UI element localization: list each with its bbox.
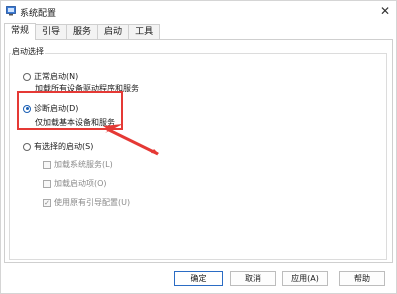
diagnostic-startup-description: 仅加载基本设备和服务 [35,118,115,127]
system-config-window: 系统配置 ✕ 常规 引导 服务 启动 工具 启动选择 正常启动(N) 加载所有设… [0,0,397,294]
selective-startup-radio[interactable]: 有选择的启动(S) [23,141,93,152]
diagnostic-startup-label: 诊断启动(D) [34,104,79,113]
tab-boot[interactable]: 引导 [35,24,68,39]
use-original-boot-config-checkbox[interactable]: ✓ 使用原有引导配置(U) [43,197,130,208]
help-button[interactable]: 帮助 [339,271,385,286]
general-tab-panel: 启动选择 正常启动(N) 加载所有设备驱动程序和服务 诊断启动(D) 仅加载基本… [4,39,393,263]
radio-diagnostic-circle[interactable] [23,104,31,113]
tab-tools[interactable]: 工具 [128,24,161,39]
ok-button[interactable]: 确定 [174,271,223,286]
msconfig-icon [6,6,16,16]
diagnostic-startup-radio[interactable]: 诊断启动(D) [23,103,78,114]
use-original-boot-config-label: 使用原有引导配置(U) [54,198,131,207]
tab-services[interactable]: 服务 [66,24,99,39]
load-startup-items-checkbox[interactable]: 加载启动项(O) [43,178,107,189]
checkbox-system-services[interactable] [43,160,51,169]
normal-startup-description: 加载所有设备驱动程序和服务 [35,84,139,93]
normal-startup-label: 正常启动(N) [34,72,79,81]
load-system-services-checkbox[interactable]: 加载系统服务(L) [43,159,113,170]
tab-startup[interactable]: 启动 [97,24,130,39]
tab-bar: 常规 引导 服务 启动 工具 [4,23,161,40]
checkbox-startup-items[interactable] [43,179,51,188]
selective-startup-label: 有选择的启动(S) [34,142,94,151]
close-button[interactable]: ✕ [378,3,392,19]
startup-selection-label: 启动选择 [11,46,45,57]
normal-startup-radio[interactable]: 正常启动(N) [23,71,78,82]
title-bar: 系统配置 ✕ [1,1,396,22]
apply-button[interactable]: 应用(A) [282,271,328,286]
load-startup-items-label: 加载启动项(O) [54,179,107,188]
radio-selective-circle[interactable] [23,142,31,151]
load-system-services-label: 加载系统服务(L) [54,160,113,169]
radio-normal-circle[interactable] [23,72,31,81]
tab-general[interactable]: 常规 [4,23,37,40]
window-title: 系统配置 [20,9,57,19]
checkbox-original-boot-config[interactable]: ✓ [43,198,51,207]
cancel-button[interactable]: 取消 [230,271,276,286]
close-icon: ✕ [379,4,391,18]
